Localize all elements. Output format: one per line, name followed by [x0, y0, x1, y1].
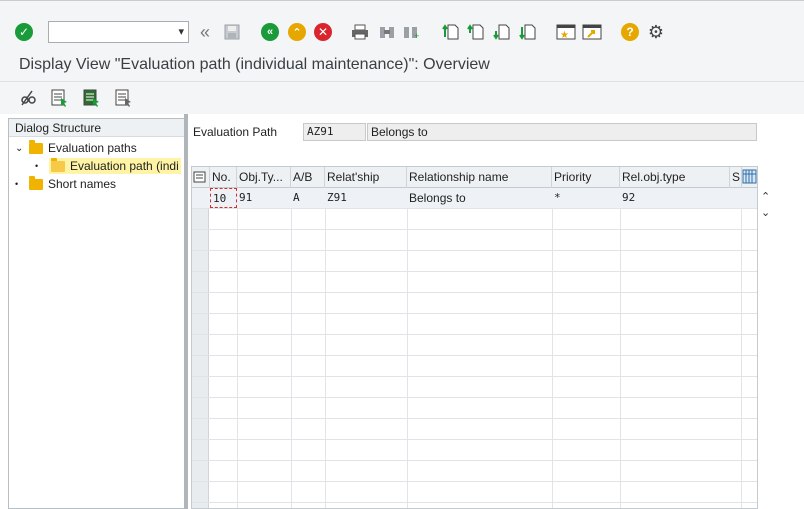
- evaluation-path-table: No. Obj.Ty... A/B Relat'ship Relationshi…: [191, 166, 758, 509]
- column-header-rel-obj-type[interactable]: Rel.obj.type: [620, 167, 730, 188]
- table-row[interactable]: [192, 461, 757, 482]
- page-title: Display View "Evaluation path (individua…: [19, 56, 490, 73]
- create-session-icon[interactable]: ★: [555, 21, 577, 43]
- column-header-relationship-name[interactable]: Relationship name: [407, 167, 552, 188]
- scroll-down-icon[interactable]: ⌄: [761, 206, 770, 219]
- settings-icon[interactable]: ⚙: [645, 21, 667, 43]
- table-row[interactable]: [192, 440, 757, 461]
- cell-ab[interactable]: A: [291, 188, 325, 208]
- evaluation-path-description: Belongs to: [367, 123, 757, 141]
- table-row[interactable]: [192, 251, 757, 272]
- column-header-relationship[interactable]: Relat'ship: [325, 167, 407, 188]
- open-folder-icon: [51, 157, 65, 172]
- choose-all-icon[interactable]: [114, 88, 134, 108]
- table-row[interactable]: [192, 209, 757, 230]
- last-page-icon[interactable]: [517, 21, 539, 43]
- svg-text:+: +: [414, 31, 419, 40]
- bullet-icon: •: [15, 179, 19, 189]
- back-icon[interactable]: «: [259, 21, 281, 43]
- cell-relationship[interactable]: Z91: [325, 188, 407, 208]
- find-icon[interactable]: [376, 21, 398, 43]
- folder-icon: [29, 175, 43, 190]
- column-header-ab[interactable]: A/B: [291, 167, 325, 188]
- display-change-icon[interactable]: [18, 88, 38, 108]
- table-row[interactable]: [192, 314, 757, 335]
- command-field[interactable]: ▾: [48, 21, 189, 43]
- cell-no[interactable]: 10: [210, 188, 237, 208]
- first-page-icon[interactable]: [440, 21, 462, 43]
- find-next-icon[interactable]: +: [400, 21, 422, 43]
- tree-item-evaluation-paths[interactable]: ⌄ Evaluation paths: [15, 139, 137, 157]
- scroll-up-icon[interactable]: ⌃: [761, 190, 770, 203]
- next-page-icon[interactable]: [491, 21, 513, 43]
- table-row[interactable]: [192, 293, 757, 314]
- cell-priority[interactable]: *: [552, 188, 620, 208]
- evaluation-path-label: Evaluation Path: [193, 125, 278, 139]
- print-icon[interactable]: [349, 21, 371, 43]
- table-row[interactable]: [192, 272, 757, 293]
- tree-header: Dialog Structure: [9, 119, 185, 137]
- selected-node[interactable]: Evaluation path (indi: [49, 157, 181, 174]
- table-header: No. Obj.Ty... A/B Relat'ship Relationshi…: [192, 167, 757, 188]
- shortcut-icon[interactable]: [581, 21, 603, 43]
- folder-icon: [29, 139, 43, 154]
- save-icon[interactable]: [221, 21, 243, 43]
- evaluation-path-code: AZ91: [303, 123, 366, 141]
- table-row[interactable]: [192, 482, 757, 503]
- chevron-down-icon[interactable]: ⌄: [15, 143, 29, 154]
- column-header-obj-type[interactable]: Obj.Ty...: [237, 167, 291, 188]
- system-toolbar: ✓ ▾ « « ⌃ ✕ + ★ ? ⚙: [0, 0, 804, 50]
- tree-item-evaluation-path-individual[interactable]: • Evaluation path (indi: [35, 157, 181, 175]
- sap-window: ✓ ▾ « « ⌃ ✕ + ★ ? ⚙ Display View "Evalua…: [0, 0, 804, 509]
- table-row[interactable]: 10 91 A Z91 Belongs to * 92: [192, 188, 757, 209]
- application-toolbar: [0, 82, 804, 114]
- chevron-down-icon[interactable]: ▾: [178, 25, 184, 38]
- main-content: Evaluation Path AZ91 Belongs to No. Obj.…: [188, 114, 804, 509]
- help-icon[interactable]: ?: [619, 21, 641, 43]
- table-vertical-scrollbar[interactable]: ⌃ ⌄: [758, 166, 774, 509]
- choose-next-icon[interactable]: [82, 88, 102, 108]
- table-row[interactable]: [192, 398, 757, 419]
- table-row[interactable]: [192, 377, 757, 398]
- choose-icon[interactable]: [50, 88, 70, 108]
- cell-obj-type[interactable]: 91: [237, 188, 291, 208]
- title-bar: Display View "Evaluation path (individua…: [0, 50, 804, 82]
- table-row[interactable]: [192, 230, 757, 251]
- tree-item-label: Short names: [48, 177, 117, 191]
- bullet-icon: •: [35, 161, 39, 171]
- table-row[interactable]: [192, 356, 757, 377]
- exit-icon[interactable]: ⌃: [286, 21, 308, 43]
- enter-icon[interactable]: ✓: [13, 21, 35, 43]
- table-row[interactable]: [192, 419, 757, 440]
- dialog-structure-tree: Dialog Structure ⌄ Evaluation paths • Ev…: [8, 118, 186, 509]
- column-settings-icon[interactable]: [741, 167, 757, 188]
- tree-item-label: Evaluation path (indi: [70, 159, 179, 173]
- tree-item-label: Evaluation paths: [48, 141, 137, 155]
- previous-page-icon[interactable]: [465, 21, 487, 43]
- column-header-no[interactable]: No.: [210, 167, 237, 188]
- table-settings-icon[interactable]: [192, 167, 210, 188]
- cancel-icon[interactable]: ✕: [312, 21, 334, 43]
- back-arrows-icon[interactable]: «: [194, 21, 216, 43]
- tree-item-short-names[interactable]: • Short names: [15, 175, 116, 193]
- column-header-priority[interactable]: Priority: [552, 167, 620, 188]
- cell-relationship-name: Belongs to: [409, 191, 466, 205]
- cell-rel-obj-type[interactable]: 92: [620, 188, 730, 208]
- svg-text:★: ★: [560, 30, 569, 41]
- table-row[interactable]: [192, 335, 757, 356]
